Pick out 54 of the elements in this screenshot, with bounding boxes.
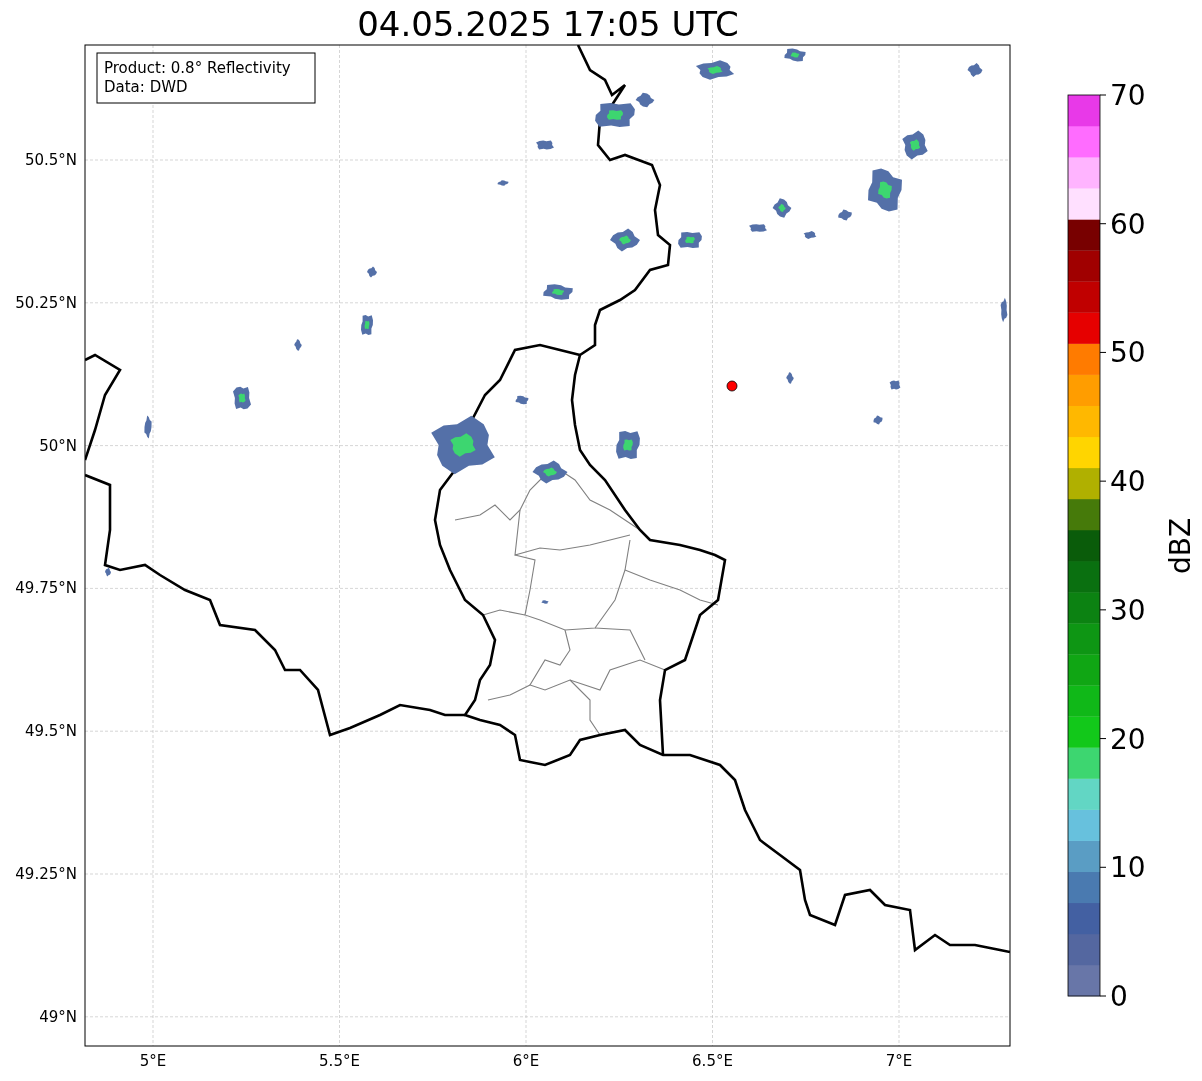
axis-tick-label: 49.25°N xyxy=(15,865,77,883)
colorbar-tick-label: 20 xyxy=(1110,722,1146,756)
rain-echo xyxy=(543,284,573,300)
colorbar-tick-label: 50 xyxy=(1110,336,1146,370)
rain-echo xyxy=(497,180,509,186)
rain-echo xyxy=(361,314,373,336)
colorbar-label: dBZ xyxy=(1164,517,1197,575)
rain-echo xyxy=(233,386,251,410)
rain-echo xyxy=(532,460,568,484)
rain-echo xyxy=(678,232,702,248)
axis-tick-label: 6°E xyxy=(512,1052,540,1070)
rain-echo xyxy=(610,228,640,252)
axis-tick-label: 49°N xyxy=(39,1007,77,1026)
colorbar-tick-label: 10 xyxy=(1110,851,1146,885)
rain-echo xyxy=(784,48,806,62)
axis-tick-label: 50.25°N xyxy=(15,293,77,312)
rain-echo xyxy=(695,60,735,80)
rain-echo xyxy=(772,198,792,218)
rain-echo xyxy=(431,415,495,475)
rain-echo xyxy=(515,395,529,405)
colorbar-tick-label: 30 xyxy=(1110,593,1146,627)
colorbar-tick-label: 70 xyxy=(1110,79,1146,112)
rain-echo xyxy=(838,209,852,221)
rain-echo xyxy=(803,231,817,239)
colorbar-tick-label: 60 xyxy=(1110,207,1146,241)
rain-echo xyxy=(616,430,640,460)
rain-echo xyxy=(889,380,901,390)
figure-title: 04.05.2025 17:05 UTC xyxy=(357,4,739,44)
annotation-text: Product: 0.8° Reflectivity xyxy=(104,59,291,77)
axis-tick-label: 5.5°E xyxy=(319,1052,360,1070)
rain-echo xyxy=(967,63,983,77)
axis-tick-label: 5°E xyxy=(139,1052,167,1070)
axis-tick-label: 49.75°N xyxy=(15,579,77,598)
axis-tick-label: 7°E xyxy=(885,1052,913,1070)
rain-echo xyxy=(105,567,111,577)
rain-echo xyxy=(1000,297,1008,323)
axis-tick-label: 6.5°E xyxy=(692,1052,733,1070)
colorbar-tick-label: 0 xyxy=(1110,980,1128,1013)
rain-echo xyxy=(749,224,767,232)
radar-site-marker xyxy=(726,380,738,392)
rain-echo xyxy=(144,415,152,439)
rain-echo xyxy=(541,600,549,604)
rain-echo xyxy=(786,372,794,384)
rain-echo xyxy=(868,168,902,212)
colorbar-tick-label: 40 xyxy=(1110,465,1146,499)
axis-tick-label: 50°N xyxy=(39,436,77,455)
rain-echo xyxy=(873,415,883,425)
rain-echo xyxy=(902,130,928,160)
annotation-text: Data: DWD xyxy=(104,78,188,96)
rain-echo xyxy=(294,339,302,351)
rain-echo xyxy=(536,140,554,150)
axis-tick-label: 49.5°N xyxy=(24,722,77,741)
axis-tick-label: 50.5°N xyxy=(24,151,77,169)
rain-echo xyxy=(367,266,377,278)
